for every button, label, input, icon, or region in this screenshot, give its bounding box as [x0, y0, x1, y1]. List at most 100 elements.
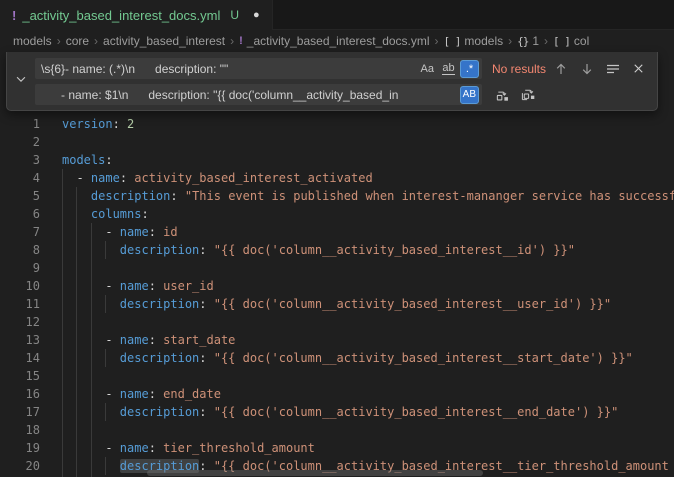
toggle-replace-button[interactable] — [7, 52, 35, 110]
breadcrumb-label: models — [464, 34, 503, 48]
line-number: 14 — [0, 349, 40, 367]
find-input[interactable] — [35, 58, 482, 79]
code-line-13[interactable]: - name: start_date — [62, 331, 674, 349]
breadcrumb-label: _activity_based_interest_docs.yml — [247, 34, 430, 48]
code-line-4[interactable]: - name: activity_based_interest_activate… — [62, 169, 674, 187]
line-number: 17 — [0, 403, 40, 421]
match-case-toggle[interactable]: Aa — [418, 60, 437, 78]
replace-icon — [495, 87, 510, 102]
whole-word-toggle[interactable]: ab — [439, 60, 458, 78]
object-symbol-icon: {} — [517, 35, 528, 48]
line-number: 20 — [0, 457, 40, 475]
line-number: 2 — [0, 133, 40, 151]
code-token — [62, 189, 91, 203]
previous-match-button[interactable] — [550, 58, 571, 79]
breadcrumb-item-_activity_based_interest_docs.yml[interactable]: !_activity_based_interest_docs.yml — [239, 34, 429, 48]
line-number: 6 — [0, 205, 40, 223]
code-token: : — [149, 279, 163, 293]
code-line-15[interactable] — [62, 367, 674, 385]
breadcrumb-separator-icon: › — [435, 34, 439, 48]
regex-toggle[interactable]: .* — [460, 60, 479, 78]
code-line-18[interactable] — [62, 421, 674, 439]
breadcrumb: models › core › activity_based_interest › !_ac… — [0, 30, 674, 52]
breadcrumb-item-models[interactable]: [ ]models — [444, 34, 504, 48]
code-line-16[interactable]: - name: end_date — [62, 385, 674, 403]
code-token: "{{ doc('column__activity_based_interest… — [214, 405, 619, 419]
line-number: 1 — [0, 115, 40, 133]
whole-word-label: ab — [442, 63, 454, 75]
code-token: : — [149, 333, 163, 347]
line-number: 19 — [0, 439, 40, 457]
breadcrumb-item-activity_based_interest[interactable]: activity_based_interest — [103, 34, 225, 48]
code-token: "{{ doc('column__activity_based_interest… — [214, 297, 611, 311]
code-line-2[interactable] — [62, 133, 674, 151]
breadcrumb-label: core — [66, 34, 89, 48]
code-token — [62, 297, 120, 311]
line-number: 5 — [0, 187, 40, 205]
code-token: "{{ doc('column__activity_based_interest… — [214, 243, 575, 257]
breadcrumb-item-core[interactable]: core — [66, 34, 89, 48]
code-token — [62, 243, 120, 257]
line-number: 12 — [0, 313, 40, 331]
code-token: - — [62, 279, 120, 293]
editor[interactable]: 1234567891011121314151617181920 version:… — [0, 52, 674, 477]
code-line-9[interactable] — [62, 259, 674, 277]
code-token: : — [199, 405, 213, 419]
breadcrumb-item-col[interactable]: [ ]col — [553, 34, 589, 48]
code-line-8[interactable]: description: "{{ doc('column__activity_b… — [62, 241, 674, 259]
breadcrumb-label: models — [13, 34, 52, 48]
modified-dot-icon[interactable]: ● — [253, 10, 260, 21]
code-line-17[interactable]: description: "{{ doc('column__activity_b… — [62, 403, 674, 421]
code-line-6[interactable]: columns: — [62, 205, 674, 223]
breadcrumb-separator-icon: › — [57, 34, 61, 48]
replace-button[interactable] — [492, 84, 513, 105]
horizontal-scrollbar-thumb[interactable] — [147, 470, 483, 476]
line-number: 11 — [0, 295, 40, 313]
code-token: : — [199, 297, 213, 311]
tab-yaml-file[interactable]: ! _activity_based_interest_docs.yml U ● — [0, 0, 273, 30]
code-line-7[interactable]: - name: id — [62, 223, 674, 241]
code-line-10[interactable]: - name: user_id — [62, 277, 674, 295]
code-line-1[interactable]: version: 2 — [62, 115, 674, 133]
code-token: models — [62, 153, 105, 167]
code-line-3[interactable]: models: — [62, 151, 674, 169]
code-line-12[interactable] — [62, 313, 674, 331]
close-find-widget-button[interactable] — [628, 58, 649, 79]
preserve-case-toggle[interactable]: AB — [460, 86, 479, 104]
breadcrumb-item-models[interactable]: models — [13, 34, 52, 48]
code-token: description — [120, 297, 199, 311]
code-token: end_date — [163, 387, 221, 401]
array-symbol-icon: [ ] — [444, 35, 461, 48]
replace-all-button[interactable] — [518, 84, 539, 105]
close-icon — [631, 61, 646, 76]
code-token: : — [113, 117, 127, 131]
code-line-11[interactable]: description: "{{ doc('column__activity_b… — [62, 295, 674, 313]
code-line-14[interactable]: description: "{{ doc('column__activity_b… — [62, 349, 674, 367]
code-token: : — [149, 225, 163, 239]
code-token: description — [120, 405, 199, 419]
code-token: - — [62, 333, 120, 347]
code-line-19[interactable]: - name: tier_threshold_amount — [62, 439, 674, 457]
find-results-count: No results — [492, 62, 546, 76]
code-token: - — [62, 225, 120, 239]
tab-filename: _activity_based_interest_docs.yml — [22, 8, 220, 23]
code-token: : — [120, 171, 134, 185]
code-token: name — [120, 441, 149, 455]
code-token: name — [120, 387, 149, 401]
replace-input[interactable] — [35, 84, 482, 105]
replace-all-icon — [521, 87, 536, 102]
code-token: name — [120, 279, 149, 293]
code-token: name — [120, 333, 149, 347]
editor-content[interactable]: version: 2 models: - name: activity_based… — [62, 115, 674, 475]
next-match-button[interactable] — [576, 58, 597, 79]
code-line-5[interactable]: description: "This event is published wh… — [62, 187, 674, 205]
find-in-selection-button[interactable] — [602, 58, 623, 79]
breadcrumb-item-1[interactable]: {}1 — [517, 34, 539, 48]
vscode-window: ! _activity_based_interest_docs.yml U ● … — [0, 0, 674, 477]
code-token — [62, 459, 120, 473]
line-number: 7 — [0, 223, 40, 241]
code-token: description — [120, 243, 199, 257]
code-token: : — [199, 243, 213, 257]
breadcrumb-separator-icon: › — [230, 34, 234, 48]
replace-row: AB — [35, 84, 649, 105]
